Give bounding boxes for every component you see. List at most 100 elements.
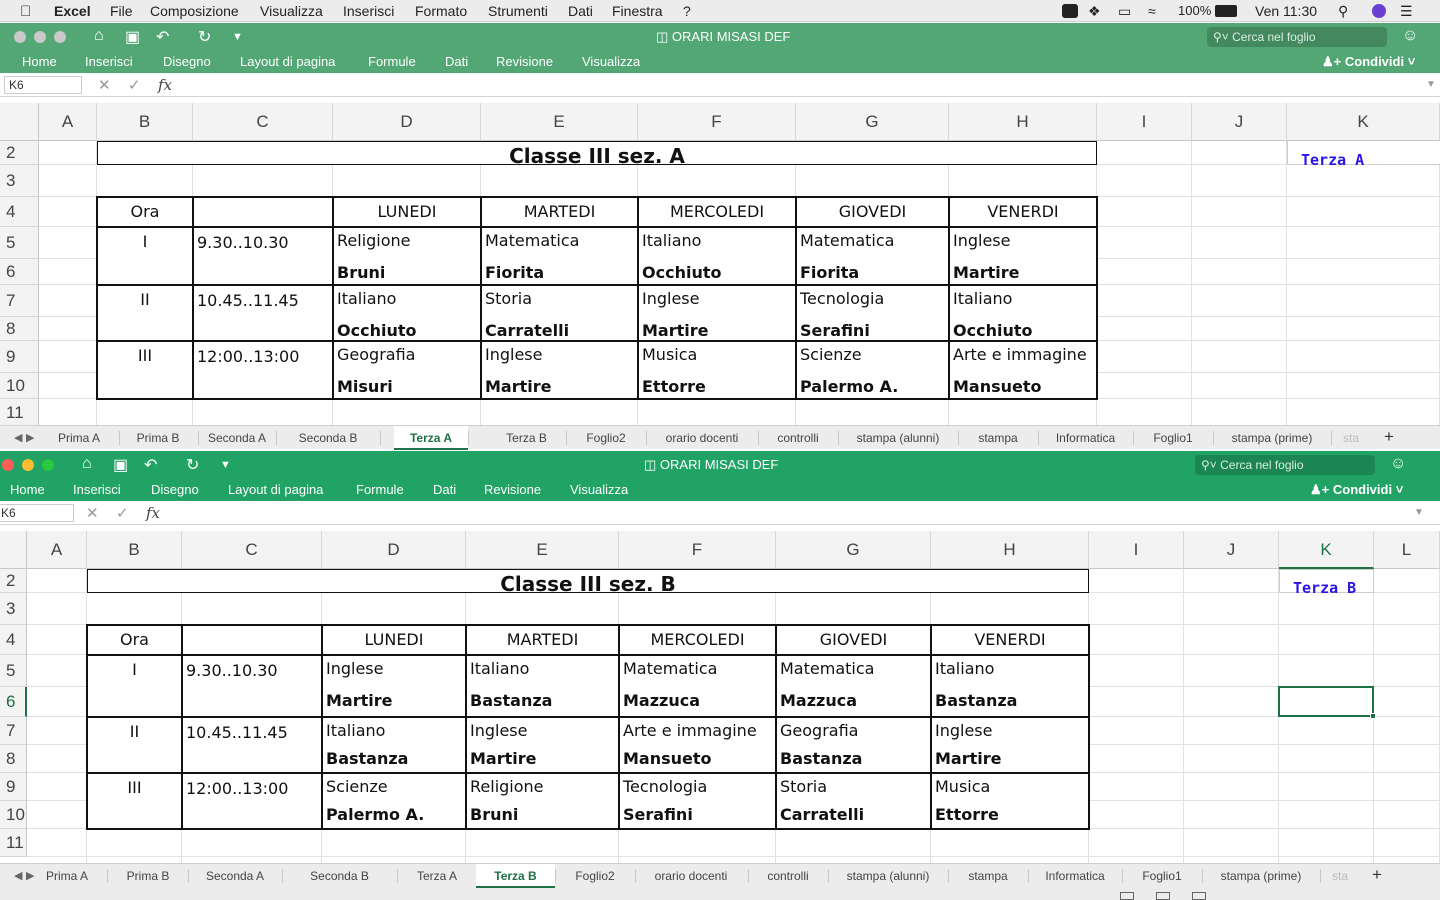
subject-cell[interactable]: Scienze	[800, 345, 862, 365]
name-box[interactable]: K6	[0, 504, 74, 522]
column-header-d[interactable]: D	[322, 531, 466, 569]
teacher-cell[interactable]: Occhiuto	[642, 263, 721, 283]
column-header-c[interactable]: C	[193, 103, 333, 141]
row-header-7[interactable]: 7	[0, 285, 39, 317]
subject-cell[interactable]: Musica	[935, 777, 990, 797]
subject-cell[interactable]: Tecnologia	[623, 777, 707, 797]
row-header-2[interactable]: 2	[0, 569, 27, 593]
menu-dati[interactable]: Dati	[568, 3, 593, 19]
sheet-tab-foglio1[interactable]: Foglio1	[1133, 431, 1213, 445]
name-box[interactable]: K6	[4, 76, 82, 94]
period-time[interactable]: 10.45..11.45	[197, 291, 299, 311]
sheet-tab-terza-a[interactable]: Terza A	[394, 426, 468, 450]
zoom-window-button[interactable]	[54, 31, 66, 43]
sheet-tab-orario-docenti[interactable]: orario docenti	[646, 431, 758, 445]
subject-cell[interactable]: Matematica	[780, 659, 874, 679]
menu-strumenti[interactable]: Strumenti	[488, 3, 548, 19]
subject-cell[interactable]: Inglese	[953, 231, 1010, 251]
zoom-window-button[interactable]	[42, 459, 54, 471]
row-header-11[interactable]: 11	[0, 829, 27, 857]
subject-cell[interactable]: Italiano	[337, 289, 396, 309]
sheet-tab-orario-docenti[interactable]: orario docenti	[634, 869, 748, 883]
teacher-cell[interactable]: Occhiuto	[953, 321, 1032, 341]
teacher-cell[interactable]: Serafini	[623, 805, 693, 825]
row-header-3[interactable]: 3	[0, 593, 27, 625]
teacher-cell[interactable]: Martire	[470, 749, 536, 769]
menubar-clock[interactable]: Ven 11:30	[1255, 3, 1317, 19]
column-header-i[interactable]: I	[1089, 531, 1184, 569]
sheet-tab-terza-a[interactable]: Terza A	[398, 869, 476, 883]
teacher-cell[interactable]: Martire	[642, 321, 708, 341]
subject-cell[interactable]: Matematica	[623, 659, 717, 679]
function-icon[interactable]: fx	[158, 76, 172, 94]
subject-cell[interactable]: Italiano	[642, 231, 701, 251]
header-day-lunedi[interactable]: LUNEDI	[322, 630, 466, 650]
airplay-icon[interactable]: ▭	[1118, 3, 1131, 20]
subject-cell[interactable]: Religione	[337, 231, 411, 251]
subject-cell[interactable]: Inglese	[470, 721, 527, 741]
teacher-cell[interactable]: Bastanza	[326, 749, 408, 769]
row-header-10[interactable]: 10	[0, 801, 27, 829]
row-header-5[interactable]: 5	[0, 227, 39, 259]
redo-icon[interactable]: ↻	[186, 455, 199, 475]
tab-formule[interactable]: Formule	[356, 482, 404, 497]
column-header-b[interactable]: B	[97, 103, 193, 141]
period-time[interactable]: 9.30..10.30	[197, 233, 289, 253]
header-day-martedi[interactable]: MARTEDI	[481, 202, 638, 222]
subject-cell[interactable]: Geografia	[780, 721, 858, 741]
subject-cell[interactable]: Inglese	[642, 289, 699, 309]
tab-dati[interactable]: Dati	[445, 54, 468, 69]
tab-formule[interactable]: Formule	[368, 54, 416, 69]
control-center-icon[interactable]: ☰	[1400, 3, 1413, 20]
sheet-label-k2[interactable]: Terza B	[1293, 579, 1356, 597]
select-all-corner[interactable]	[0, 531, 27, 569]
menu-file[interactable]: File	[110, 3, 133, 19]
function-icon[interactable]: fx	[146, 504, 160, 522]
sheet-tab-stampa[interactable]: stampa	[948, 869, 1028, 883]
menu-help[interactable]: ?	[683, 3, 691, 19]
sheet-tab-seconda-a[interactable]: Seconda A	[198, 431, 276, 445]
row-header-11[interactable]: 11	[0, 399, 39, 427]
page-break-icon[interactable]	[1192, 892, 1206, 900]
sheet-tab-prima-a[interactable]: Prima A	[39, 431, 119, 445]
sheet-tab-informatica[interactable]: Informatica	[1038, 431, 1133, 445]
selected-cell-k6[interactable]	[1278, 686, 1374, 717]
header-day-mercoledi[interactable]: MERCOLEDI	[638, 202, 796, 222]
row-header-9[interactable]: 9	[0, 773, 27, 801]
sheet-grid[interactable]: A B C D E F G H I J K L 2 3 4 5 6 7 8 9 10 11 Classe III sez. …	[0, 531, 1440, 863]
tab-visualizza[interactable]: Visualizza	[582, 54, 640, 69]
sheet-tab-prima-b[interactable]: Prima B	[108, 869, 188, 883]
sheet-tab-prima-b[interactable]: Prima B	[118, 431, 198, 445]
menu-composizione[interactable]: Composizione	[150, 3, 239, 19]
period-number[interactable]: II	[87, 722, 182, 742]
teacher-cell[interactable]: Bastanza	[470, 691, 552, 711]
dropbox-icon[interactable]: ❖	[1088, 3, 1101, 20]
normal-view-icon[interactable]	[1120, 892, 1134, 900]
home-icon[interactable]: ⌂	[94, 27, 104, 45]
battery-icon[interactable]	[1215, 5, 1237, 17]
sheet-grid[interactable]: A B C D E F G H I J K 2 3 4 5 6 7 8 9 10 11 Classe III sez. A…	[0, 103, 1440, 427]
row-header-5[interactable]: 5	[0, 655, 27, 687]
menu-finestra[interactable]: Finestra	[612, 3, 663, 19]
sheet-tab-seconda-b[interactable]: Seconda B	[282, 869, 397, 883]
row-header-4[interactable]: 4	[0, 625, 27, 655]
teacher-cell[interactable]: Fiorita	[800, 263, 859, 283]
teacher-cell[interactable]: Carratelli	[485, 321, 569, 341]
subject-cell[interactable]: Italiano	[470, 659, 529, 679]
enter-icon[interactable]: ✓	[116, 504, 129, 522]
teacher-cell[interactable]: Occhiuto	[337, 321, 416, 341]
teacher-cell[interactable]: Misuri	[337, 377, 393, 397]
header-day-venerdi[interactable]: VENERDI	[931, 630, 1089, 650]
fill-handle[interactable]	[1370, 713, 1376, 719]
column-header-e[interactable]: E	[481, 103, 638, 141]
close-window-button[interactable]	[14, 31, 26, 43]
column-header-g[interactable]: G	[796, 103, 949, 141]
sheet-tab-sta[interactable]: sta	[1320, 869, 1360, 883]
sheet-tab-stampa-alunni-[interactable]: stampa (alunni)	[838, 431, 958, 445]
row-header-4[interactable]: 4	[0, 197, 39, 227]
column-header-e[interactable]: E	[466, 531, 619, 569]
row-header-7[interactable]: 7	[0, 717, 27, 745]
header-day-giovedi[interactable]: GIOVEDI	[796, 202, 949, 222]
teacher-cell[interactable]: Palermo A.	[326, 805, 424, 825]
teacher-cell[interactable]: Martire	[935, 749, 1001, 769]
